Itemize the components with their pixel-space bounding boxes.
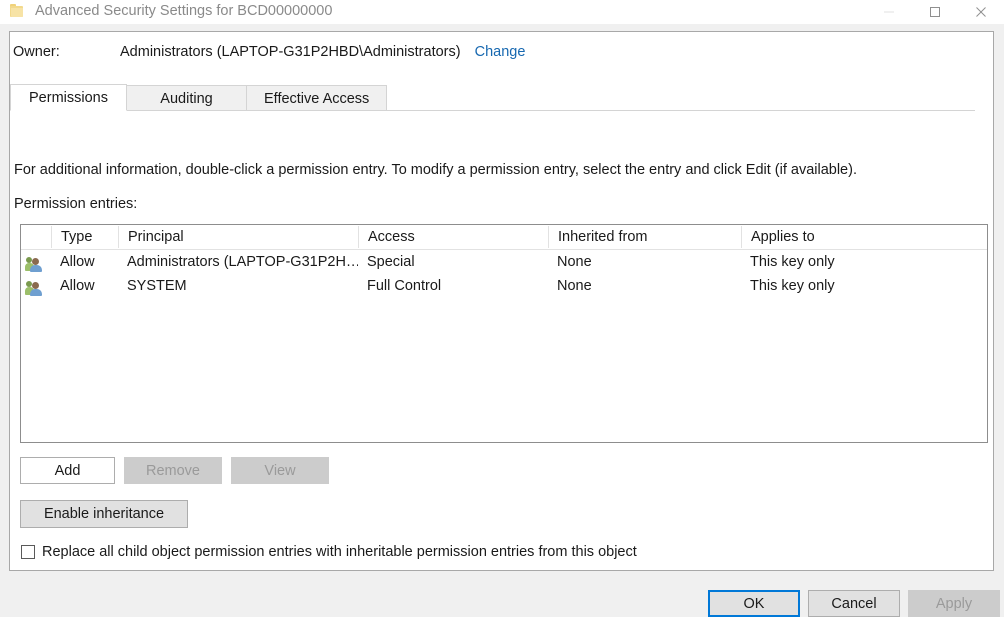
cell-inherited-from: None xyxy=(557,254,592,270)
table-header-row: Type Principal Access Inherited from App… xyxy=(21,225,987,250)
column-header-applies-to[interactable]: Applies to xyxy=(741,226,981,248)
cell-principal: SYSTEM xyxy=(127,278,187,294)
column-header-type[interactable]: Type xyxy=(51,226,118,248)
cell-principal: Administrators (LAPTOP-G31P2H… xyxy=(127,254,358,270)
users-icon xyxy=(21,250,51,274)
replace-child-permissions-row[interactable]: Replace all child object permission entr… xyxy=(21,544,637,560)
folder-icon xyxy=(9,4,25,20)
replace-child-permissions-checkbox[interactable] xyxy=(21,545,35,559)
window-controls xyxy=(866,0,1004,24)
cell-type: Allow xyxy=(60,278,95,294)
add-button[interactable]: Add xyxy=(20,457,115,484)
close-icon[interactable] xyxy=(958,0,1004,24)
minimize-icon[interactable] xyxy=(866,0,912,24)
remove-button: Remove xyxy=(124,457,222,484)
enable-inheritance-button[interactable]: Enable inheritance xyxy=(20,500,188,528)
tab-strip: Permissions Auditing Effective Access xyxy=(10,84,975,111)
info-text: For additional information, double-click… xyxy=(14,162,857,178)
owner-row: Owner: Administrators (LAPTOP-G31P2HBD\A… xyxy=(13,44,525,60)
column-header-principal[interactable]: Principal xyxy=(118,226,358,248)
ok-button[interactable]: OK xyxy=(708,590,800,617)
cancel-button[interactable]: Cancel xyxy=(808,590,900,617)
title-bar: Advanced Security Settings for BCD000000… xyxy=(0,0,1004,24)
tab-auditing[interactable]: Auditing xyxy=(126,85,247,111)
apply-button: Apply xyxy=(908,590,1000,617)
table-row[interactable]: Allow SYSTEM Full Control None This key … xyxy=(21,274,987,298)
replace-child-permissions-label: Replace all child object permission entr… xyxy=(42,544,637,560)
column-header-access[interactable]: Access xyxy=(358,226,548,248)
users-icon xyxy=(21,274,51,298)
owner-value: Administrators (LAPTOP-G31P2HBD\Administ… xyxy=(120,44,461,60)
cell-inherited-from: None xyxy=(557,278,592,294)
window-title: Advanced Security Settings for BCD000000… xyxy=(35,3,333,19)
maximize-icon[interactable] xyxy=(912,0,958,24)
cell-type: Allow xyxy=(60,254,95,270)
column-header-inherited-from[interactable]: Inherited from xyxy=(548,226,741,248)
cell-access: Full Control xyxy=(367,278,442,294)
cell-applies-to: This key only xyxy=(750,254,835,270)
table-row[interactable]: Allow Administrators (LAPTOP-G31P2H… Spe… xyxy=(21,250,987,274)
column-header-icon[interactable] xyxy=(21,226,51,248)
change-owner-link[interactable]: Change xyxy=(475,44,526,60)
permission-entries-list[interactable]: Type Principal Access Inherited from App… xyxy=(20,224,988,443)
tab-effective-access[interactable]: Effective Access xyxy=(246,85,388,111)
permission-entries-label: Permission entries: xyxy=(14,196,138,212)
cell-applies-to: This key only xyxy=(750,278,835,294)
view-button: View xyxy=(231,457,329,484)
cell-access: Special xyxy=(367,254,415,270)
owner-label: Owner: xyxy=(13,44,60,60)
tab-permissions[interactable]: Permissions xyxy=(10,84,127,111)
